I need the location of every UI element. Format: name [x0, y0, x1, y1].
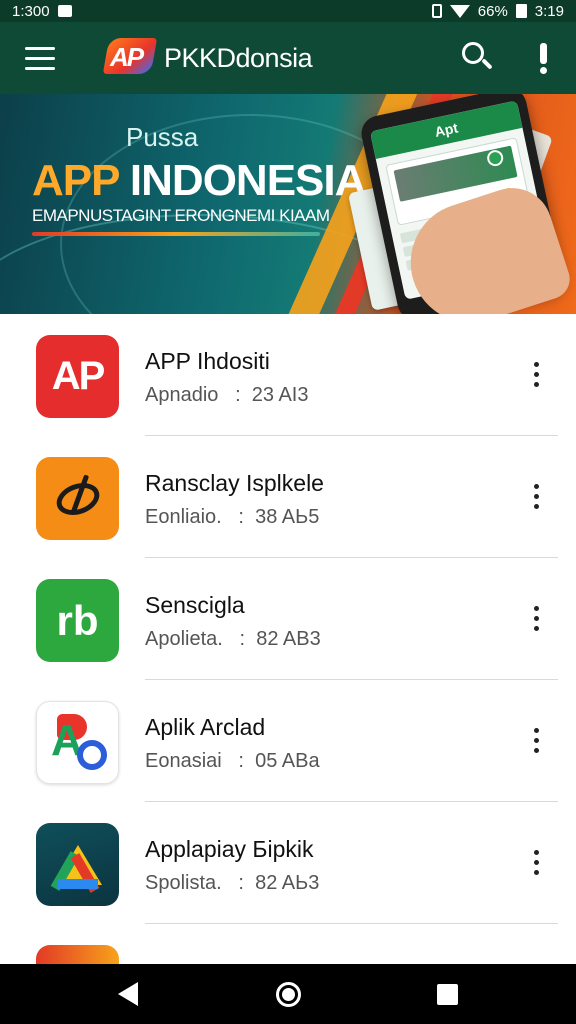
status-time-right: 3:19 — [534, 2, 564, 20]
battery-percent: 66% — [477, 2, 508, 20]
system-nav-bar — [0, 964, 576, 1024]
more-vert-icon-dot — [533, 503, 539, 509]
brand-logo-text: AP — [110, 42, 144, 72]
search-icon-handle — [481, 58, 493, 70]
triangle-blue-edge — [58, 879, 98, 889]
app-name: Senscigla — [145, 592, 245, 618]
vibrate-icon — [431, 4, 442, 18]
app-size: 82 AB3 — [256, 628, 321, 650]
more-vert-icon-dot — [533, 737, 539, 743]
app-bar: AP PKKDdonsia — [0, 22, 576, 94]
alert-button[interactable] — [512, 22, 576, 94]
app-size: 38 AЬ5 — [255, 506, 320, 528]
status-bar: 1:300 66% 3:19 — [0, 0, 576, 22]
triangle-drive-icon — [36, 823, 119, 906]
app-category: Spolista. — [145, 872, 222, 894]
more-vert-icon — [533, 727, 539, 733]
search-button[interactable] — [440, 22, 512, 94]
brand-logo-icon: AP — [102, 38, 160, 78]
appbar-actions — [440, 22, 576, 94]
promo-banner[interactable]: Pussa APP INDONESIA EMAPNUSTAGINT ERONGN… — [0, 94, 576, 314]
list-item[interactable]: A Aplik Arclad Eonasiai : 05 ABa — [0, 680, 576, 802]
app-meta: Eonasiai : 05 ABa — [145, 750, 320, 773]
app-list: AP APP Ihdositi Apnadio : 23 AI3 Ranscla… — [0, 314, 576, 964]
list-item[interactable]: Ransclay Isplkele Eonliaio. : 38 AЬ5 — [0, 436, 576, 558]
app-meta: Spolista. : 82 AЬ3 — [145, 872, 319, 895]
more-vert-icon-dot — [533, 859, 539, 865]
more-options-button[interactable] — [520, 720, 552, 760]
banner-title-app: APP — [32, 156, 120, 205]
list-item[interactable]: rb Senscigla Apolieta. : 82 AB3 — [0, 558, 576, 680]
status-left: 1:300 — [12, 3, 72, 20]
ab-logo-icon: A — [36, 701, 119, 784]
meta-separator: : — [238, 506, 244, 528]
ring-tool-icon — [36, 457, 119, 540]
app-name: Aplik Arclad — [145, 714, 266, 740]
hamburger-icon-line — [25, 66, 55, 70]
list-item[interactable] — [0, 924, 576, 964]
wifi-icon — [449, 4, 470, 18]
app-meta: Eonliaio. : 38 AЬ5 — [145, 506, 319, 529]
banner-title: APP INDONESIA — [32, 156, 366, 206]
app-name: Ransclay Isplkele — [145, 470, 324, 496]
exclamation-icon-dot — [540, 67, 547, 74]
notification-icon — [57, 5, 72, 17]
ap-logo-icon: AP — [36, 335, 119, 418]
more-vert-icon-dot — [533, 371, 539, 377]
more-vert-icon-dot — [533, 747, 539, 753]
more-vert-icon — [533, 483, 539, 489]
meta-separator: : — [235, 384, 241, 406]
more-vert-icon-dot — [533, 869, 539, 875]
status-time-left: 1:300 — [12, 2, 50, 20]
menu-button[interactable] — [0, 22, 80, 94]
more-options-button[interactable] — [520, 842, 552, 882]
hamburger-icon-line — [25, 56, 55, 60]
hamburger-icon — [25, 46, 55, 50]
more-vert-icon — [533, 849, 539, 855]
more-vert-icon-dot — [533, 615, 539, 621]
app-meta: Apnadio : 23 AI3 — [145, 384, 308, 407]
more-options-button[interactable] — [520, 476, 552, 516]
app-category: Eonliaio. — [145, 506, 222, 528]
more-vert-icon-dot — [533, 625, 539, 631]
app-size: 23 AI3 — [251, 384, 309, 406]
app-category: Apnadio — [145, 384, 219, 406]
banner-underline — [32, 232, 320, 236]
ap-logo-text: AP — [51, 354, 106, 398]
banner-kicker: Pussa — [126, 122, 199, 152]
back-icon[interactable] — [118, 982, 138, 1006]
list-item[interactable]: Applapiay Бipkik Spolista. : 82 AЬ3 — [0, 802, 576, 924]
banner-subtitle: EMAPNUSTAGINT ERONGNEMI KIAAM — [32, 206, 330, 225]
app-size: 82 AЬ3 — [255, 872, 320, 894]
meta-separator: : — [238, 872, 244, 894]
app-size: 05 ABa — [255, 750, 320, 772]
home-icon[interactable] — [276, 982, 301, 1007]
partial-app-icon — [36, 945, 119, 964]
battery-icon — [515, 4, 527, 18]
more-vert-icon-dot — [533, 493, 539, 499]
meta-separator: : — [238, 750, 244, 772]
more-options-button[interactable] — [520, 354, 552, 394]
more-vert-icon — [533, 605, 539, 611]
app-name: APP Ihdositi — [145, 348, 270, 374]
more-options-button[interactable] — [520, 598, 552, 638]
app-meta: Apolieta. : 82 AB3 — [145, 628, 321, 651]
ring-tool-shape — [51, 476, 104, 521]
meta-separator: : — [239, 628, 246, 650]
more-vert-icon — [533, 361, 539, 367]
brand[interactable]: AP PKKDdonsia — [102, 38, 313, 78]
app-category: Apolieta. — [145, 628, 223, 650]
app-title: PKKDdonsia — [164, 42, 313, 73]
recent-apps-icon[interactable] — [437, 984, 458, 1005]
more-vert-icon-dot — [533, 381, 539, 387]
ab-logo-blue-ring — [77, 740, 107, 770]
status-right: 66% 3:19 — [431, 2, 564, 20]
banner-title-indonesia: INDONESIA — [129, 156, 366, 205]
app-name: Applapiay Бipkik — [145, 836, 314, 862]
exclamation-icon — [540, 43, 547, 64]
rb-logo-text: rb — [56, 596, 99, 644]
rb-logo-icon: rb — [36, 579, 119, 662]
list-item[interactable]: AP APP Ihdositi Apnadio : 23 AI3 — [0, 314, 576, 436]
app-category: Eonasiai — [145, 750, 222, 772]
